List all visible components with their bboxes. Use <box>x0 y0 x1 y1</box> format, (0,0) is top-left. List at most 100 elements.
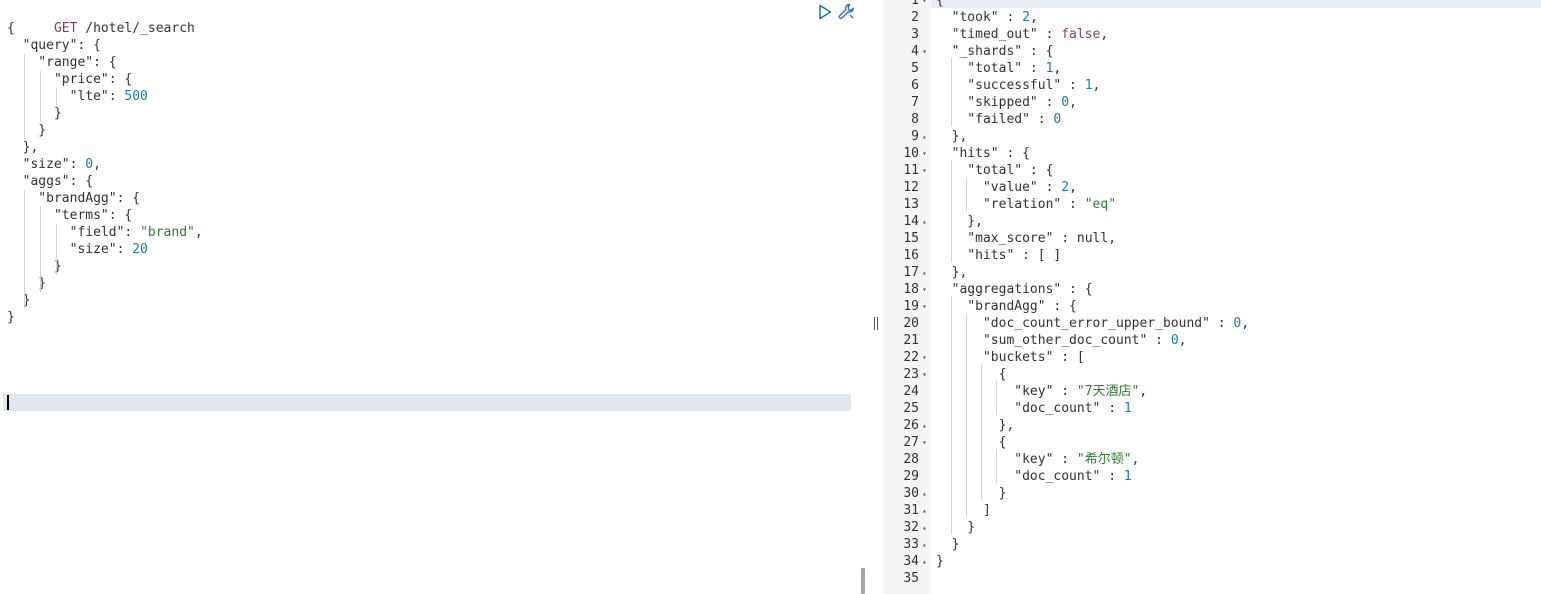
run-button[interactable] <box>818 4 832 20</box>
line-number: 30 <box>903 486 919 501</box>
editor-scrollbar[interactable] <box>861 568 865 594</box>
fold-open-icon[interactable]: ▾ <box>922 366 930 383</box>
line-number: 27 <box>903 435 919 450</box>
line-number: 12 <box>903 180 919 195</box>
fold-close-icon[interactable]: ▴ <box>922 536 930 553</box>
json-punct: , <box>1100 27 1109 42</box>
json-punct: : <box>1061 78 1085 93</box>
json-punct: , <box>1241 316 1250 331</box>
fold-close-icon[interactable]: ▴ <box>922 553 930 570</box>
fold-open-icon[interactable]: ▾ <box>922 298 930 315</box>
response-code-line: "max_score" : null, <box>936 230 1116 247</box>
response-code-line: } <box>936 485 1007 502</box>
json-number: 0 <box>1061 95 1070 110</box>
line-number: 28 <box>903 452 919 467</box>
json-punct: : { <box>108 208 133 223</box>
line-number: 11 <box>903 163 919 178</box>
request-code-line: } <box>7 258 62 275</box>
json-punct: : <box>1037 180 1062 195</box>
json-punct: : <box>124 225 141 240</box>
json-punct: { <box>936 0 944 8</box>
json-punct: } <box>7 293 31 308</box>
line-number: 13 <box>903 197 919 212</box>
active-line-highlight <box>3 394 851 411</box>
fold-close-icon[interactable]: ▴ <box>922 213 930 230</box>
line-number: 32 <box>903 520 919 535</box>
fold-close-icon[interactable]: ▴ <box>922 128 930 145</box>
indent-guide <box>40 71 41 122</box>
fold-close-icon[interactable]: ▴ <box>922 485 930 502</box>
json-punct: : <box>1100 401 1124 416</box>
json-key: "key" <box>936 384 1054 399</box>
json-punct: { <box>7 21 15 36</box>
fold-open-icon[interactable]: ▾ <box>922 434 930 451</box>
pane-splitter[interactable] <box>870 0 882 594</box>
response-code-line: "_shards" : { <box>936 43 1054 60</box>
json-key: "hits" <box>936 146 999 161</box>
fold-open-icon[interactable]: ▾ <box>922 43 930 60</box>
json-punct: , <box>93 157 101 172</box>
play-icon <box>819 4 832 20</box>
fold-close-icon[interactable]: ▴ <box>922 502 930 519</box>
fold-close-icon[interactable]: ▴ <box>922 264 930 281</box>
json-punct: , <box>1139 384 1148 399</box>
line-number: 15 <box>903 231 919 246</box>
line-number: 16 <box>903 248 919 263</box>
response-code-line: }, <box>936 213 983 230</box>
request-code-line: "aggs": { <box>7 173 93 190</box>
fold-open-icon[interactable]: ▾ <box>922 0 930 9</box>
json-number: 500 <box>124 89 148 104</box>
json-punct: : <box>1100 469 1124 484</box>
request-path: /hotel/_search <box>85 21 195 36</box>
fold-open-icon[interactable]: ▾ <box>922 145 930 162</box>
fold-open-icon[interactable]: ▾ <box>922 349 930 366</box>
request-editor[interactable]: GET /hotel/_search { "query": { "range":… <box>3 0 869 594</box>
json-punct: , <box>1069 180 1077 195</box>
line-number: 9 <box>911 129 919 144</box>
request-code-line: "field": "brand", <box>7 224 203 241</box>
first-line-highlight <box>931 0 1541 8</box>
response-code-line: "timed_out" : false, <box>936 26 1109 43</box>
response-code-line: } <box>936 536 960 553</box>
json-punct: : null, <box>1053 231 1117 246</box>
json-key: "key" <box>936 452 1054 467</box>
response-code-line: "brandAgg" : { <box>936 298 1077 315</box>
json-punct: : <box>1053 452 1077 467</box>
json-number: 0 <box>1053 112 1062 127</box>
request-code-line: } <box>7 309 15 326</box>
json-punct: : <box>1029 112 1054 127</box>
indent-guide <box>951 296 952 534</box>
request-code-line: } <box>7 105 62 122</box>
json-punct: : <box>1037 95 1062 110</box>
json-key: "range" <box>7 55 94 70</box>
line-number: 26 <box>903 418 919 433</box>
json-punct: }, <box>936 265 968 280</box>
fold-close-icon[interactable]: ▴ <box>922 519 930 536</box>
fold-open-icon[interactable]: ▾ <box>922 281 930 298</box>
response-viewer[interactable]: 1 ▾ 2 3 4 ▾ 5 6 7 8 9 ▴ 10 ▾ 11 ▾ 12 13 14 ▴ 15 16 17 ▴ 18 ▾ 19 ▾ 20… <box>883 0 1541 594</box>
json-punct: : <box>108 89 125 104</box>
response-code-line: "failed" : 0 <box>936 111 1061 128</box>
json-punct: : <box>1209 316 1234 331</box>
line-number: 10 <box>903 146 919 161</box>
request-code-line: } <box>7 292 31 309</box>
json-punct: : <box>116 242 133 257</box>
json-key: "max_score" <box>936 231 1054 246</box>
fold-close-icon[interactable]: ▴ <box>922 417 930 434</box>
settings-button[interactable] <box>838 3 855 20</box>
request-code-line: "size": 20 <box>7 241 148 258</box>
request-code-line: "price": { <box>7 71 132 88</box>
json-punct: : { <box>1061 282 1093 297</box>
json-punct: } <box>7 123 47 138</box>
fold-open-icon[interactable]: ▾ <box>922 162 930 179</box>
indent-guide <box>996 381 997 415</box>
response-code-line: "total" : { <box>936 162 1053 179</box>
request-line[interactable]: GET /hotel/_search <box>7 3 195 36</box>
splitter-grip-icon <box>873 317 879 330</box>
json-punct: : { <box>998 146 1030 161</box>
json-key: "_shards" <box>936 44 1023 59</box>
request-code-line: }, <box>7 139 39 156</box>
line-number: 18 <box>903 282 919 297</box>
line-number: 33 <box>903 537 919 552</box>
line-number: 22 <box>903 350 919 365</box>
